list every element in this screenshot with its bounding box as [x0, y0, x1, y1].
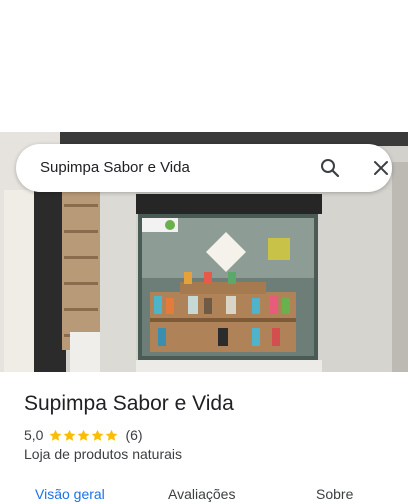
place-category: Loja de produtos naturais	[24, 446, 182, 462]
star-icon	[50, 429, 62, 441]
tab-overview[interactable]: Visão geral	[35, 486, 105, 502]
star-icon	[106, 429, 118, 441]
blank-header-area	[0, 0, 408, 132]
close-icon[interactable]	[369, 156, 393, 180]
rating-value: 5,0	[24, 427, 44, 443]
search-bar[interactable]: Supimpa Sabor e Vida	[16, 144, 392, 192]
search-input[interactable]: Supimpa Sabor e Vida	[40, 159, 190, 176]
search-icon[interactable]	[318, 156, 342, 180]
star-icon	[92, 429, 104, 441]
tab-about[interactable]: Sobre	[316, 486, 353, 502]
place-tabs: Visão geral Avaliações Sobre	[0, 484, 408, 504]
star-icon	[64, 429, 76, 441]
place-info-panel: Supimpa Sabor e Vida 5,0 (6) Loja de pro…	[0, 372, 408, 504]
place-title: Supimpa Sabor e Vida	[24, 392, 234, 415]
tab-reviews[interactable]: Avaliações	[168, 486, 235, 502]
star-icon	[78, 429, 90, 441]
rating-row[interactable]: 5,0 (6)	[24, 426, 143, 444]
star-rating	[49, 429, 119, 442]
review-count[interactable]: (6)	[125, 427, 142, 443]
